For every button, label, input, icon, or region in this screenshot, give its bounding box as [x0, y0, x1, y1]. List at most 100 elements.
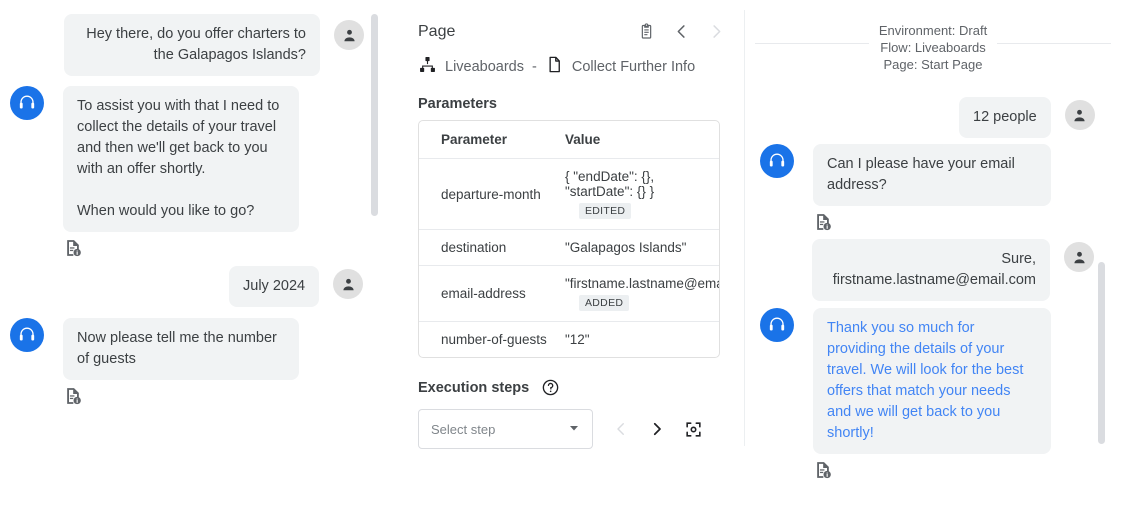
chat-bubble-agent: Now please tell me the number of guests: [63, 318, 299, 380]
headset-icon: [17, 93, 37, 113]
parameters-label: Parameters: [400, 78, 744, 120]
center-focus-icon-glyph: [684, 420, 703, 439]
column-header-value: Value: [551, 121, 719, 159]
chat-bubble-user: July 2024: [229, 266, 319, 307]
page-label: Page: Start Page: [883, 57, 982, 72]
message-row-user: Sure, firstname.lastname@email.com: [812, 239, 1094, 301]
message-row-user: 12 people: [959, 97, 1095, 138]
parameters-table-wrapper: Parameter Value departure-month { "endDa…: [418, 120, 720, 358]
cell-parameter-name: number-of-guests: [419, 322, 551, 358]
breadcrumb-page-name[interactable]: Collect Further Info: [572, 59, 695, 75]
breadcrumb-flow-name[interactable]: Liveaboards: [445, 59, 524, 75]
message-row-agent: To assist you with that I need to collec…: [10, 86, 299, 263]
avatar-user: [334, 20, 364, 50]
chevron-left-icon-glyph: [672, 22, 691, 41]
chat-bubble-user: Hey there, do you offer charters to the …: [64, 14, 320, 76]
step-next-icon[interactable]: [639, 420, 675, 438]
select-step-placeholder: Select step: [431, 422, 495, 437]
step-next-icon-glyph: [648, 420, 666, 438]
cell-parameter-name: email-address: [419, 266, 551, 322]
person-icon: [341, 27, 358, 44]
cell-value-text: { "endDate": {}, "startDate": {} }: [565, 169, 719, 199]
center-focus-icon[interactable]: [675, 420, 711, 439]
environment-header: Environment: Draft Flow: Liveaboards Pag…: [745, 22, 1121, 73]
execution-steps-controls: Select step: [400, 397, 744, 449]
help-circle-icon-glyph: [541, 378, 560, 397]
cell-parameter-value: "Galapagos Islands": [551, 230, 719, 266]
document-info-icon-glyph: [63, 386, 83, 406]
cell-parameter-name: destination: [419, 230, 551, 266]
chat-bubble-user: Sure, firstname.lastname@email.com: [812, 239, 1050, 301]
select-step-dropdown[interactable]: Select step: [418, 409, 593, 449]
breadcrumb: Liveaboards - Collect Further Info: [400, 41, 744, 78]
page-details-panel: Page: [400, 0, 744, 507]
cell-parameter-value: "12": [551, 322, 719, 358]
page-document-icon-glyph: [545, 55, 564, 74]
breadcrumb-separator: -: [532, 59, 537, 75]
cell-parameter-value: "firstname.lastname@email.com" ADDED: [551, 266, 719, 322]
right-conversation-panel: Environment: Draft Flow: Liveaboards Pag…: [745, 0, 1121, 507]
person-icon: [1071, 249, 1088, 266]
avatar-agent: [10, 318, 44, 352]
person-icon: [1071, 107, 1088, 124]
avatar-user: [1065, 100, 1095, 130]
avatar-agent: [760, 144, 794, 178]
page-title: Page: [418, 23, 455, 41]
chat-bubble-agent: To assist you with that I need to collec…: [63, 86, 299, 232]
person-icon: [340, 276, 357, 293]
execution-steps-label: Execution steps: [418, 380, 529, 396]
step-prev-icon[interactable]: [603, 420, 639, 438]
flow-label: Flow: Liveaboards: [880, 40, 986, 55]
left-panel-scrollbar[interactable]: [371, 14, 378, 216]
page-document-icon: [545, 55, 564, 78]
chevron-down-icon: [568, 422, 580, 437]
chevron-left-icon[interactable]: [672, 22, 691, 41]
status-badge: ADDED: [579, 295, 629, 311]
cell-parameter-value: { "endDate": {}, "startDate": {} } EDITE…: [551, 159, 719, 230]
right-panel-scrollbar[interactable]: [1098, 262, 1105, 444]
clipboard-icon-glyph: [637, 22, 656, 41]
document-info-icon[interactable]: [63, 238, 299, 263]
column-header-parameter: Parameter: [419, 121, 551, 159]
document-info-icon[interactable]: [813, 460, 1051, 485]
account-tree-icon: [418, 55, 437, 78]
page-panel-header: Page: [400, 22, 744, 41]
left-conversation-panel: Hey there, do you offer charters to the …: [0, 0, 392, 507]
message-row-user: July 2024: [229, 266, 363, 307]
cell-value-text: "firstname.lastname@email.com": [565, 276, 719, 291]
avatar-agent: [760, 308, 794, 342]
table-row: number-of-guests "12": [419, 322, 719, 358]
message-row-agent: Can I please have your email address?: [760, 144, 1051, 237]
table-row: email-address "firstname.lastname@email.…: [419, 266, 719, 322]
document-info-icon-glyph: [813, 212, 833, 232]
chevron-right-icon-glyph: [707, 22, 726, 41]
message-row-agent: Now please tell me the number of guests: [10, 318, 299, 411]
headset-icon: [767, 151, 787, 171]
environment-label: Environment: Draft: [879, 23, 987, 38]
document-info-icon[interactable]: [813, 212, 1051, 237]
execution-steps-header: Execution steps: [400, 358, 744, 397]
headset-icon: [17, 325, 37, 345]
help-circle-icon[interactable]: [541, 378, 560, 397]
status-badge: EDITED: [579, 203, 631, 219]
clipboard-icon[interactable]: [637, 22, 656, 41]
step-prev-icon-glyph: [612, 420, 630, 438]
table-header-row: Parameter Value: [419, 121, 719, 159]
parameters-table: Parameter Value departure-month { "endDa…: [419, 121, 719, 357]
avatar-agent: [10, 86, 44, 120]
chat-bubble-user: 12 people: [959, 97, 1051, 138]
headset-icon: [767, 315, 787, 335]
document-info-icon[interactable]: [63, 386, 299, 411]
table-row: destination "Galapagos Islands": [419, 230, 719, 266]
chevron-right-icon[interactable]: [707, 22, 726, 41]
avatar-user: [333, 269, 363, 299]
chat-bubble-agent: Thank you so much for providing the deta…: [813, 308, 1051, 454]
message-row-agent: Thank you so much for providing the deta…: [760, 308, 1051, 485]
document-info-icon-glyph: [63, 238, 83, 258]
avatar-user: [1064, 242, 1094, 272]
account-tree-icon-glyph: [418, 55, 437, 74]
document-info-icon-glyph: [813, 460, 833, 480]
table-row: departure-month { "endDate": {}, "startD…: [419, 159, 719, 230]
cell-parameter-name: departure-month: [419, 159, 551, 230]
chat-bubble-agent: Can I please have your email address?: [813, 144, 1051, 206]
